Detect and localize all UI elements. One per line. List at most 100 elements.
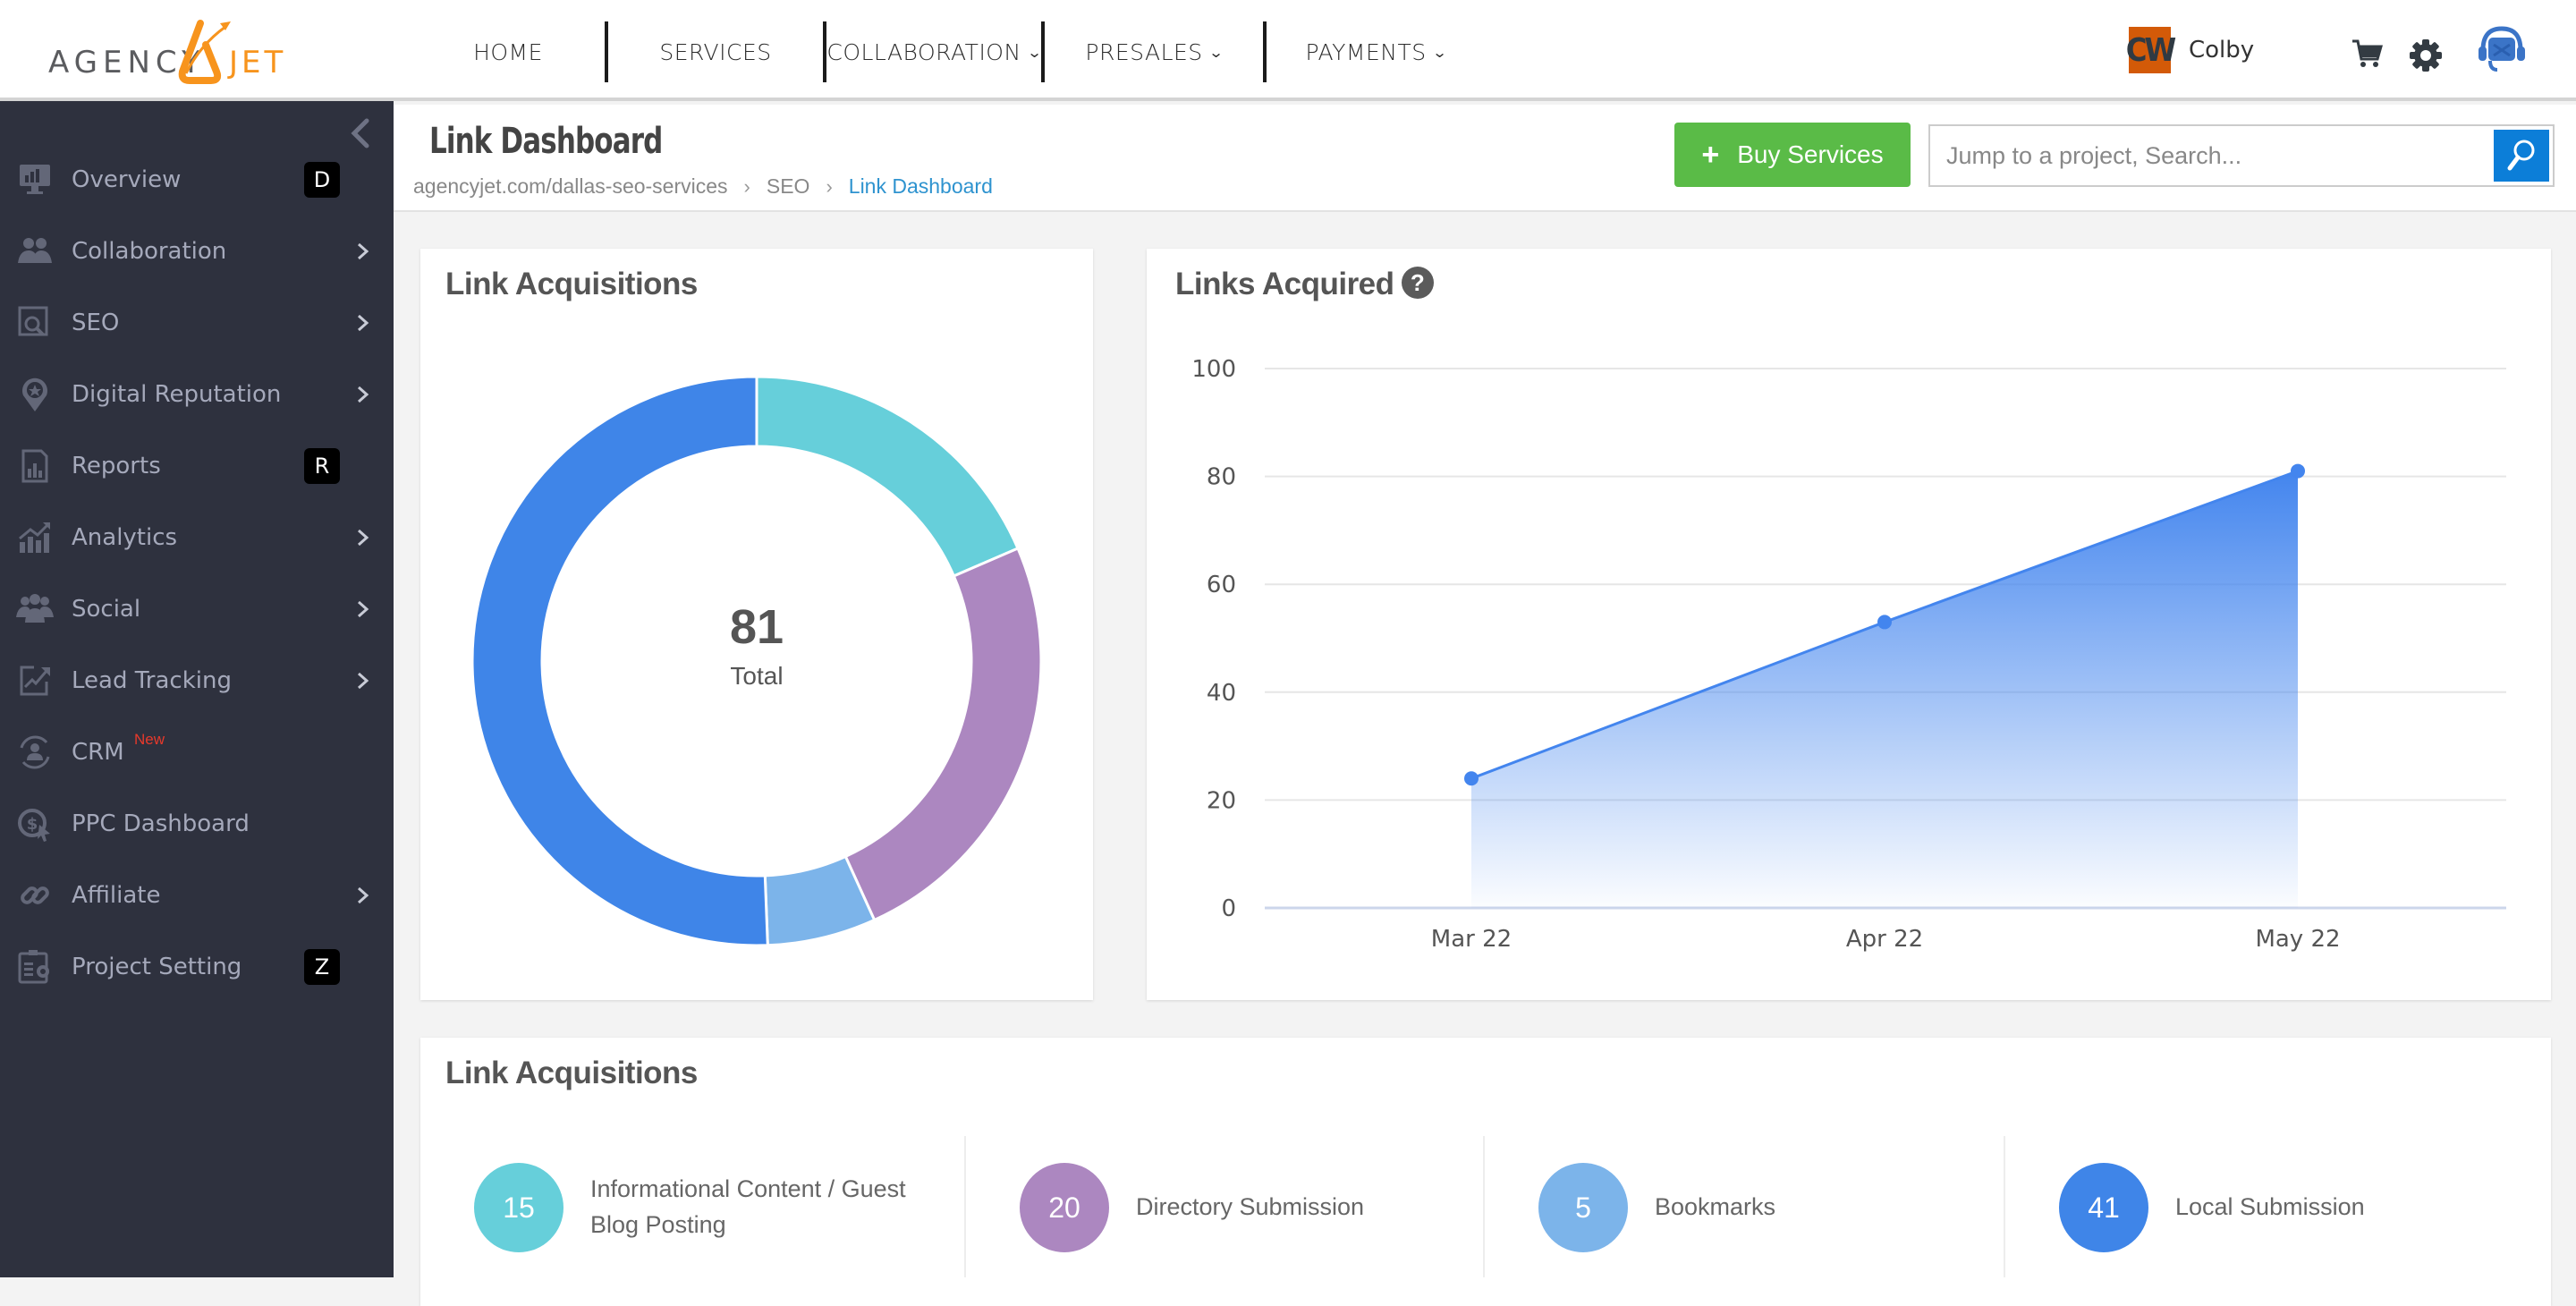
nav-home[interactable]: HOME	[411, 21, 605, 82]
support-headset-icon[interactable]	[2476, 23, 2528, 75]
link-acquisitions-donut-card: Link Acquisitions 81 Total	[420, 249, 1093, 1000]
project-setting-icon	[18, 950, 49, 984]
users-icon	[18, 238, 52, 263]
sidebar-item-label: Reports	[72, 453, 161, 479]
chevron-down-icon: ⌄	[1431, 43, 1448, 61]
sidebar-item-digital-reputation[interactable]: Digital Reputation	[0, 359, 394, 430]
category-label: Informational Content / Guest Blog Posti…	[590, 1175, 906, 1238]
page-title: Link Dashboard	[429, 121, 663, 162]
category-label: Directory Submission	[1136, 1193, 1365, 1220]
nav-presales-label: PRESALES	[1085, 38, 1203, 65]
list-item[interactable]: 5 Bookmarks	[1483, 1136, 2004, 1277]
y-tick-label: 100	[1191, 356, 1236, 383]
breadcrumb-separator-icon: ›	[826, 174, 833, 198]
plus-icon: +	[1701, 137, 1720, 172]
nav-collaboration-label: COLLABORATION	[826, 38, 1021, 65]
top-header: AGENCY JET HOME SERVICES COLLABORATION ⌄ …	[0, 0, 2576, 101]
sidebar-item-label: Collaboration	[72, 238, 227, 265]
breakdown-card-title: Link Acquisitions	[445, 1056, 698, 1090]
data-point[interactable]	[1464, 771, 1479, 786]
sidebar-item-label: Lead Tracking	[72, 667, 232, 694]
data-point[interactable]	[2291, 463, 2305, 479]
sidebar-item-reports[interactable]: Reports R	[0, 430, 394, 502]
sidebar-item-lead-tracking[interactable]: Lead Tracking	[0, 645, 394, 717]
agencyjet-logo[interactable]: AGENCY JET	[48, 18, 299, 86]
count-badge: 20	[1020, 1163, 1109, 1252]
y-tick-label: 40	[1207, 680, 1236, 707]
nav-home-label: HOME	[473, 38, 543, 65]
user-menu[interactable]: CW Colby	[2126, 27, 2254, 73]
breadcrumb: agencyjet.com/dallas-seo-services › SEO …	[413, 174, 993, 199]
area-fill	[1471, 471, 2298, 908]
sidebar-item-collaboration[interactable]: Collaboration	[0, 216, 394, 287]
y-tick-label: 0	[1221, 895, 1236, 922]
list-item[interactable]: 15 Informational Content / Guest Blog Po…	[420, 1136, 941, 1277]
sidebar-item-label: Analytics	[72, 524, 178, 551]
nav-services[interactable]: SERVICES	[608, 21, 823, 82]
sidebar-item-crm[interactable]: CRM New	[0, 717, 394, 788]
y-tick-label: 20	[1207, 787, 1236, 814]
breadcrumb-current: Link Dashboard	[848, 174, 993, 198]
x-tick-label: May 22	[2255, 926, 2340, 953]
count-badge: 41	[2059, 1163, 2148, 1252]
breadcrumb-project[interactable]: agencyjet.com/dallas-seo-services	[413, 174, 728, 199]
sidebar-item-seo[interactable]: SEO	[0, 287, 394, 359]
search-button[interactable]	[2494, 130, 2549, 182]
data-point[interactable]	[1877, 615, 1892, 630]
sidebar-item-social[interactable]: Social	[0, 573, 394, 645]
sidebar-item-analytics[interactable]: Analytics	[0, 502, 394, 573]
x-tick-label: Mar 22	[1431, 926, 1512, 953]
sidebar-item-label: Project Setting	[72, 954, 242, 980]
analytics-icon	[19, 522, 50, 553]
buy-services-button[interactable]: + Buy Services	[1674, 123, 1911, 187]
count-badge: 15	[474, 1163, 564, 1252]
ppc-dollar-icon: $	[18, 809, 50, 842]
sidebar-item-label: PPC Dashboard	[72, 810, 250, 837]
crm-icon	[20, 735, 50, 769]
chevron-right-icon	[358, 672, 369, 690]
buy-services-label: Buy Services	[1737, 140, 1884, 168]
svg-text:$: $	[27, 815, 38, 834]
social-group-icon	[16, 594, 54, 623]
nav-services-label: SERVICES	[659, 38, 772, 65]
sidebar-item-label: SEO	[72, 310, 120, 336]
shortcut-badge: D	[304, 162, 340, 198]
nav-payments-label: PAYMENTS	[1305, 38, 1427, 65]
donut-slice-local-submission[interactable]	[470, 375, 769, 947]
gear-icon[interactable]	[2408, 38, 2444, 73]
nav-payments[interactable]: PAYMENTS ⌄	[1267, 21, 1485, 82]
breakdown-list: 15 Informational Content / Guest Blog Po…	[420, 1136, 2551, 1277]
new-tag: New	[134, 731, 165, 748]
breadcrumb-separator-icon: ›	[743, 174, 750, 198]
chevron-right-icon	[358, 529, 369, 547]
chevron-down-icon: ⌄	[1208, 43, 1224, 61]
nav-collaboration[interactable]: COLLABORATION ⌄	[826, 21, 1043, 82]
shortcut-badge: R	[304, 448, 340, 484]
sidebar: Overview D Collaboration SEO Digital Reputat…	[0, 101, 394, 1277]
sidebar-item-overview[interactable]: Overview D	[0, 144, 394, 216]
list-item[interactable]: 20 Directory Submission	[964, 1136, 1485, 1277]
nav-presales[interactable]: PRESALES ⌄	[1045, 21, 1263, 82]
search-input[interactable]	[1930, 126, 2494, 185]
seo-search-icon	[18, 306, 48, 336]
sidebar-item-affiliate[interactable]: Affiliate	[0, 860, 394, 931]
logo-text-jet: JET	[229, 45, 287, 81]
y-tick-label: 60	[1207, 572, 1236, 598]
breadcrumb-seo[interactable]: SEO	[767, 174, 810, 199]
sidebar-item-ppc-dashboard[interactable]: $ PPC Dashboard	[0, 788, 394, 860]
shortcut-badge: Z	[304, 949, 340, 985]
x-tick-label: Apr 22	[1846, 926, 1923, 953]
sidebar-item-project-setting[interactable]: Project Setting Z	[0, 931, 394, 1003]
sidebar-item-label: Overview	[72, 166, 182, 193]
donut-slice-informational-content-guest-blog-posting[interactable]	[755, 375, 1020, 578]
chevron-down-icon: ⌄	[1026, 43, 1043, 61]
donut-total-value: 81	[729, 600, 784, 654]
chevron-right-icon	[358, 242, 369, 260]
links-acquired-chart: 0 20 40 60 80 100 Mar 22 Apr 22 May 22	[1191, 356, 2506, 953]
link-acquisitions-breakdown-card: Link Acquisitions 15 Informational Conte…	[420, 1038, 2551, 1306]
list-item[interactable]: 41 Local Submission	[2004, 1136, 2524, 1277]
search-box	[1928, 124, 2555, 187]
cart-icon[interactable]	[2351, 38, 2383, 70]
y-tick-label: 80	[1207, 464, 1236, 491]
search-icon	[2507, 140, 2535, 171]
